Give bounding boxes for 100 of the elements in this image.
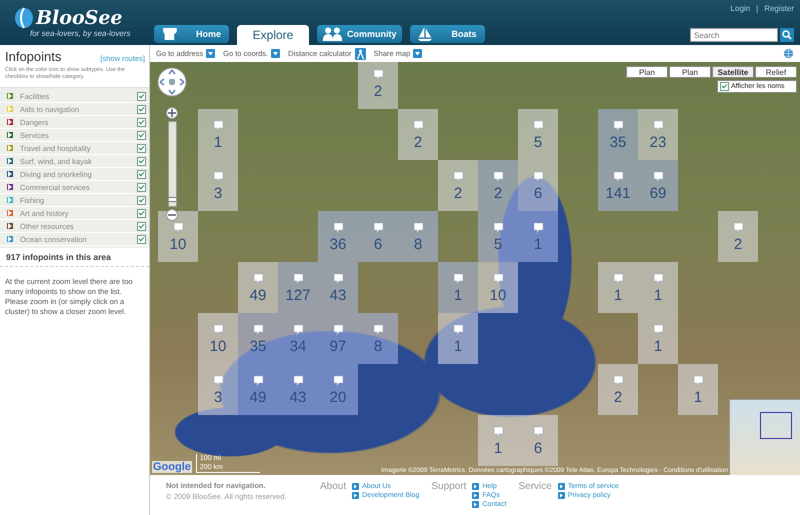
nav-tab[interactable]: Home (154, 25, 229, 43)
cluster-tile[interactable]: 69 (638, 160, 678, 211)
category-checkbox[interactable] (137, 234, 146, 244)
cluster-tile[interactable]: 8 (358, 313, 398, 364)
cluster-tile[interactable]: 2 (398, 109, 438, 160)
footer-heading: Service (518, 481, 552, 494)
cluster-tile[interactable]: 3 (198, 160, 238, 211)
category-color-icon[interactable] (7, 223, 13, 229)
search-field[interactable]: Search (690, 28, 778, 42)
account-link[interactable]: Login (730, 4, 750, 13)
cluster-tile[interactable]: 1 (518, 211, 558, 262)
category-color-icon[interactable] (7, 197, 13, 203)
zoom-out-button[interactable] (166, 209, 178, 221)
map-type-button[interactable]: Plan (626, 66, 668, 78)
speech-bubble-icon (612, 170, 624, 182)
cluster-tile[interactable]: 6 (358, 211, 398, 262)
cluster-tile[interactable]: 1 (598, 262, 638, 313)
speech-bubble-icon (372, 324, 384, 336)
zoom-slider-thumb[interactable] (168, 196, 176, 202)
category-checkbox[interactable] (137, 104, 146, 114)
cluster-tile[interactable]: 1 (438, 262, 478, 313)
pan-control[interactable] (157, 67, 187, 97)
category-color-icon[interactable] (7, 236, 13, 242)
category-color-icon[interactable] (7, 184, 13, 190)
cluster-tile[interactable]: 3 (198, 364, 238, 415)
overview-map-placeholder[interactable] (729, 399, 800, 475)
cluster-tile[interactable]: 20 (318, 364, 358, 415)
category-checkbox[interactable] (137, 222, 146, 230)
category-color-icon[interactable] (7, 119, 13, 125)
speech-bubble-icon (492, 170, 504, 182)
category-checkbox[interactable] (137, 170, 146, 178)
cluster-tile[interactable]: 2 (718, 211, 758, 262)
category-checkbox[interactable] (137, 144, 146, 152)
category-color-icon[interactable] (7, 132, 13, 138)
cluster-tile[interactable]: 1 (638, 313, 678, 364)
category-color-icon[interactable] (7, 210, 13, 216)
category-color-icon[interactable] (7, 171, 13, 177)
cluster-tile[interactable]: 43 (318, 262, 358, 313)
speech-bubble-icon (212, 120, 224, 132)
cluster-tile[interactable]: 8 (398, 211, 438, 262)
category-color-icon[interactable] (7, 106, 13, 112)
cluster-tile[interactable]: 2 (358, 62, 398, 109)
cluster-tile[interactable]: 1 (198, 109, 238, 160)
category-color-icon[interactable] (7, 145, 13, 151)
cluster-tile[interactable]: 2 (478, 160, 518, 211)
category-checkbox[interactable] (137, 156, 146, 166)
globe-icon[interactable] (783, 48, 794, 59)
cluster-tile[interactable]: 1 (678, 364, 718, 415)
bullet-icon (558, 492, 565, 499)
category-checkbox[interactable] (137, 182, 146, 192)
cluster-tile[interactable]: 1 (478, 415, 518, 466)
cluster-tile[interactable]: 5 (518, 109, 558, 160)
speech-bubble-icon (292, 374, 304, 386)
map-type-button[interactable]: Satellite (712, 66, 754, 78)
cluster-tile[interactable]: 35 (598, 109, 638, 160)
category-checkbox[interactable] (137, 130, 146, 140)
nav-tab[interactable]: Boats (410, 25, 484, 43)
map-type-button[interactable]: Relief (755, 66, 797, 78)
speech-bubble-icon (492, 426, 504, 438)
cluster-tile[interactable]: 127 (278, 262, 318, 313)
zoom-slider-track[interactable] (168, 121, 176, 207)
speech-bubble-icon (532, 170, 544, 182)
cluster-tile[interactable]: 1 (438, 313, 478, 364)
cluster-tile[interactable]: 6 (518, 415, 558, 466)
cluster-tile[interactable]: 49 (238, 364, 278, 415)
cluster-tile[interactable]: 34 (278, 313, 318, 364)
category-checkbox[interactable] (137, 208, 146, 218)
search-button[interactable] (780, 28, 794, 42)
account-link[interactable]: Register (764, 4, 794, 13)
cluster-tile[interactable]: 6 (518, 160, 558, 211)
cluster-tile[interactable]: 5 (478, 211, 518, 262)
cluster-tile[interactable]: 1 (638, 262, 678, 313)
cluster-tile[interactable]: 49 (238, 262, 278, 313)
cluster-tile[interactable]: 97 (318, 313, 358, 364)
cluster-tile[interactable]: 10 (158, 211, 198, 262)
category-checkbox[interactable] (137, 118, 146, 126)
cluster-tile[interactable]: 2 (598, 364, 638, 415)
panel-title: Infopoints (5, 49, 62, 64)
cluster-tile[interactable]: 10 (478, 262, 518, 313)
cluster-tile[interactable]: 10 (198, 313, 238, 364)
cluster-tile[interactable]: 23 (638, 109, 678, 160)
cluster-tile[interactable]: 36 (318, 211, 358, 262)
category-color-icon[interactable] (7, 93, 13, 99)
cluster-tile[interactable]: 43 (278, 364, 318, 415)
nav-tab[interactable]: Community (317, 25, 402, 43)
speech-bubble-icon (732, 222, 744, 234)
cluster-tile[interactable]: 2 (438, 160, 478, 211)
cluster-tile[interactable]: 35 (238, 313, 278, 364)
speech-bubble-icon (212, 374, 224, 386)
zoom-in-button[interactable] (166, 107, 178, 119)
plus-icon (168, 109, 176, 117)
map-type-button[interactable]: Plan (669, 66, 711, 78)
category-color-icon[interactable] (7, 158, 13, 164)
category-checkbox[interactable] (137, 196, 146, 204)
speech-bubble-icon (652, 272, 664, 284)
speech-bubble-icon (332, 222, 344, 234)
category-checkbox[interactable] (137, 92, 146, 100)
cluster-tile[interactable]: 141 (598, 160, 638, 211)
satellite-map-placeholder[interactable] (150, 62, 800, 475)
nav-tab[interactable]: Explore (237, 25, 309, 45)
